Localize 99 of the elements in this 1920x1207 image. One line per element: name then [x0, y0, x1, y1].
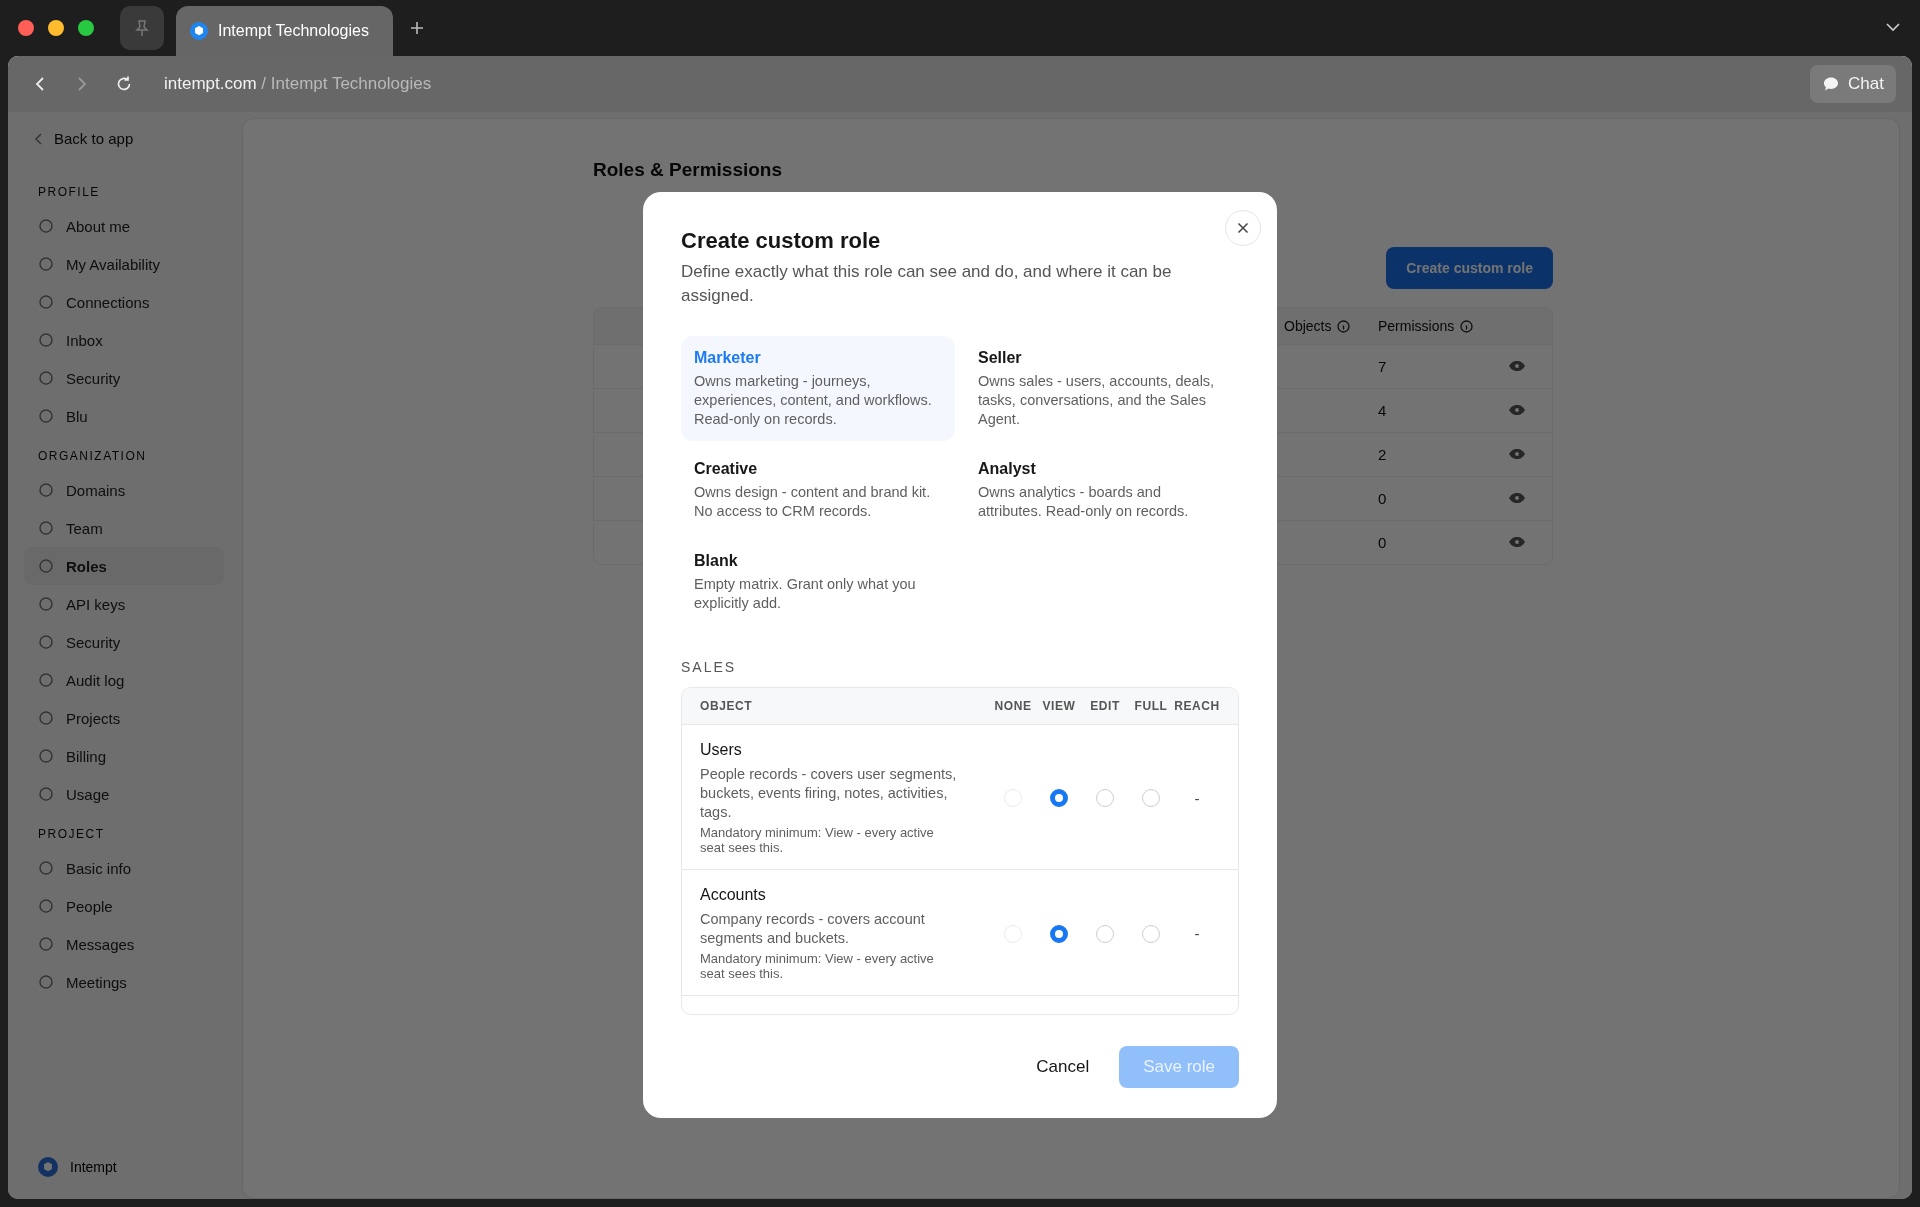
circle-icon [38, 558, 54, 574]
cube-logo-icon [38, 1157, 58, 1177]
chevron-left-icon [34, 132, 44, 145]
circle-icon [38, 634, 54, 650]
create-role-button[interactable]: Create custom role [1386, 247, 1553, 289]
table-cell-text: 2 [1378, 446, 1388, 463]
info-icon [1460, 319, 1474, 333]
object-note: Mandatory minimum: View - every active seat sees this. [700, 951, 935, 981]
table-cell-text: 4 [1378, 402, 1388, 419]
sidebar-item[interactable]: Usage [24, 775, 224, 813]
access-radio[interactable] [1050, 924, 1068, 943]
cancel-button[interactable]: Cancel [1032, 1049, 1094, 1085]
column-header: NONE [993, 699, 1033, 713]
browser-tab[interactable]: Intempt Technologies [176, 6, 393, 56]
sidebar-item[interactable]: Roles [24, 547, 224, 585]
sidebar-item[interactable]: People [24, 887, 224, 925]
reach-value: - [1193, 925, 1201, 942]
circle-icon [38, 332, 54, 348]
close-window-icon[interactable] [18, 20, 34, 36]
page-title: Roles & Permissions [593, 159, 784, 181]
object-note: Mandatory minimum: View - every active seat sees this. [700, 825, 935, 855]
pin-button[interactable] [120, 6, 164, 50]
section-heading: PROJECT [37, 826, 106, 843]
circle-icon [38, 256, 54, 272]
sidebar-item[interactable]: Security [24, 359, 224, 397]
sidebar-item[interactable]: Inbox [24, 321, 224, 359]
column-header: FULL [1133, 699, 1169, 713]
circle-icon [38, 974, 54, 990]
column-header: OBJECT [700, 699, 754, 713]
sidebar-item[interactable]: Security [24, 623, 224, 661]
role-template-option[interactable]: Marketer Owns marketing - journeys, experiences, content, and workflows. Read-only on records. [681, 336, 955, 441]
role-template-option[interactable]: Blank Empty matrix. Grant only what you explicitly add. [681, 539, 955, 625]
sidebar-item[interactable]: Connections [24, 283, 224, 321]
circle-icon [38, 520, 54, 536]
speech-bubble-icon [1822, 75, 1841, 93]
eye-icon[interactable] [1508, 492, 1526, 504]
object-name: Accounts [700, 886, 767, 904]
eye-icon[interactable] [1508, 404, 1526, 416]
circle-icon [38, 860, 54, 876]
dialog-title: Create custom role [681, 228, 882, 254]
sidebar-item[interactable]: Team [24, 509, 224, 547]
sidebar-item[interactable]: Audit log [24, 661, 224, 699]
circle-icon [38, 596, 54, 612]
org-name: Intempt [70, 1159, 117, 1175]
circle-icon [38, 786, 54, 802]
column-header: VIEW [1041, 699, 1077, 713]
sidebar-item[interactable]: Blu [24, 397, 224, 435]
section-heading: SALES [681, 659, 738, 675]
circle-icon [38, 408, 54, 424]
table-cell-text: 0 [1378, 534, 1388, 551]
role-template-option[interactable]: Analyst Owns analytics - boards and attributes. Read-only on records. [965, 447, 1239, 533]
sidebar-item[interactable]: Basic info [24, 849, 224, 887]
eye-icon[interactable] [1508, 536, 1526, 548]
circle-icon [38, 936, 54, 952]
circle-icon [38, 294, 54, 310]
sidebar-item[interactable]: About me [24, 207, 224, 245]
sidebar-item[interactable]: My Availability [24, 245, 224, 283]
role-template-option[interactable]: Seller Owns sales - users, accounts, deals, tasks, conversations, and the Sales Agent. [965, 336, 1239, 441]
close-icon [1237, 222, 1249, 234]
column-header: Permissions [1378, 318, 1455, 334]
minimize-window-icon[interactable] [48, 20, 64, 36]
section-heading: ORGANIZATION [37, 448, 148, 465]
circle-icon [38, 748, 54, 764]
address-bar[interactable]: intempt.com / Intempt Technologies [164, 74, 432, 94]
pin-icon [132, 18, 152, 38]
plus-icon [408, 20, 425, 36]
info-icon [1337, 319, 1351, 333]
sidebar-item[interactable]: Meetings [24, 963, 224, 1001]
section-heading: PROFILE [37, 184, 101, 201]
table-cell-text: 0 [1378, 490, 1388, 507]
table-cell-text: 7 [1378, 358, 1388, 375]
sidebar-item[interactable]: Domains [24, 471, 224, 509]
reach-value: - [1193, 789, 1201, 807]
sidebar-item[interactable]: Messages [24, 925, 224, 963]
sidebar-item[interactable]: Projects [24, 699, 224, 737]
circle-icon [38, 218, 54, 234]
maximize-window-icon[interactable] [78, 20, 94, 36]
column-header: Objects [1284, 318, 1332, 334]
access-radio[interactable] [1050, 789, 1068, 807]
cube-logo-icon [190, 22, 208, 40]
circle-icon [38, 672, 54, 688]
chat-button[interactable]: Chat [1810, 65, 1896, 103]
role-template-option[interactable]: Creative Owns design - content and brand kit. No access to CRM records. [681, 447, 955, 533]
dialog-description: Define exactly what this role can see and do, and where it can be assigned. [681, 261, 1173, 307]
circle-icon [38, 482, 54, 498]
eye-icon[interactable] [1508, 448, 1526, 460]
sidebar-item[interactable]: Billing [24, 737, 224, 775]
back-link[interactable]: Back to app [24, 124, 224, 153]
column-header: EDIT [1089, 699, 1121, 713]
sidebar-item[interactable]: API keys [24, 585, 224, 623]
circle-icon [38, 898, 54, 914]
circle-icon [38, 370, 54, 386]
eye-icon[interactable] [1508, 360, 1526, 372]
object-description: Company records - covers account segments and buckets. [700, 910, 926, 948]
circle-icon [38, 710, 54, 726]
object-name: Users [700, 741, 743, 759]
column-header: REACH [1174, 699, 1220, 713]
close-button[interactable] [1225, 210, 1261, 246]
object-description: People records - covers user segments, buckets, events firing, notes, activities, tags. [700, 765, 958, 822]
